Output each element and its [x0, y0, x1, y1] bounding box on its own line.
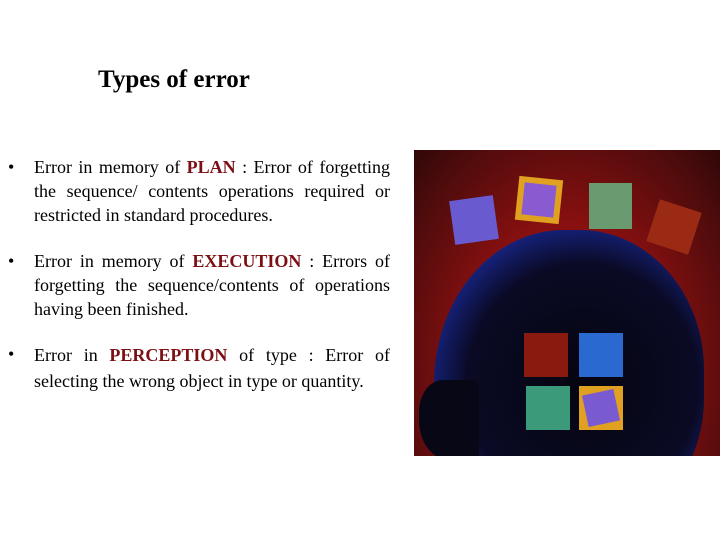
bullet-keyword: PLAN: [186, 157, 236, 177]
bullet-keyword: EXECUTION: [192, 251, 302, 271]
bullet-item-plan: • Error in memory of PLAN : Error of for…: [8, 155, 390, 227]
floating-card-map-icon: [589, 183, 632, 229]
memory-illustration-image: [414, 150, 720, 456]
bullet-prefix: Error in: [34, 345, 110, 365]
face-profile-icon: [419, 380, 479, 456]
bullet-text: Error in memory of PLAN : Error of forge…: [34, 155, 390, 227]
bullet-item-execution: • Error in memory of EXECUTION : Errors …: [8, 249, 390, 321]
inner-card-note-icon: [579, 386, 623, 430]
bullet-text: Error in memory of EXECUTION : Errors of…: [34, 249, 390, 321]
bullet-prefix: Error in memory of: [34, 157, 187, 177]
bullet-icon: •: [8, 344, 15, 364]
bullet-keyword: PERCEPTION: [109, 345, 228, 365]
bullet-icon: •: [8, 251, 15, 271]
inner-card-map-icon: [526, 386, 570, 430]
inner-card-keys-icon: [579, 333, 623, 377]
floating-card-keys-icon: [449, 195, 499, 245]
floating-card-watch-icon: [646, 199, 702, 255]
bullet-prefix: Error in memory of: [34, 251, 193, 271]
bullet-icon: •: [8, 157, 15, 177]
bullet-text: Error in PERCEPTION of type : Error of s…: [34, 342, 390, 394]
slide-title: Types of error: [98, 66, 250, 93]
bullet-item-perception: • Error in PERCEPTION of type : Error of…: [8, 342, 390, 394]
floating-card-note-icon: [514, 175, 564, 225]
inner-card-watch-icon: [524, 333, 568, 377]
